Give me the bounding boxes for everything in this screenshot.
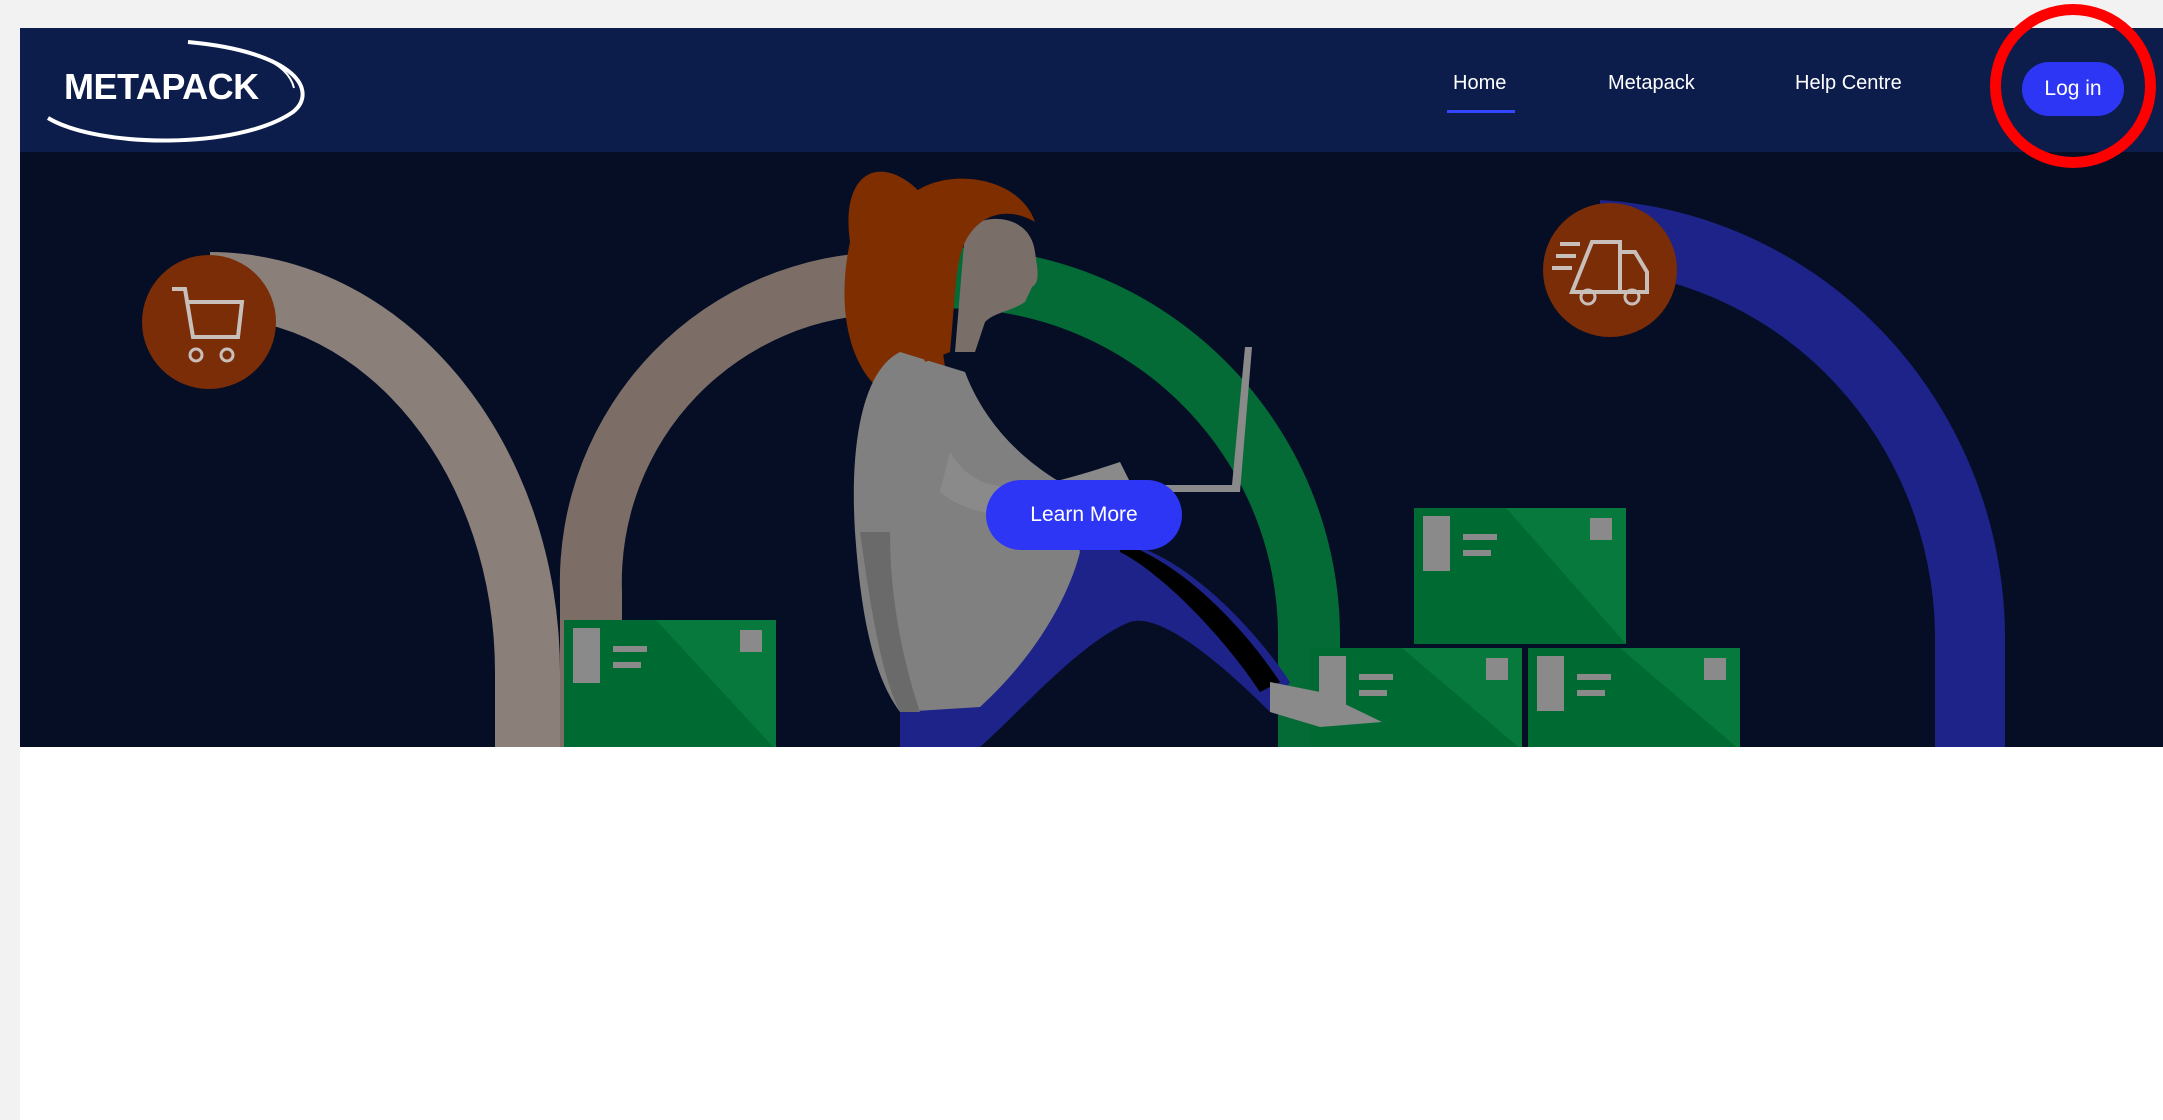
nav-help-centre-link[interactable]: Help Centre [1795,72,1902,95]
nav-home-active-indicator [1447,110,1515,113]
nav-metapack-link[interactable]: Metapack [1608,72,1695,95]
learn-more-button[interactable]: Learn More [986,480,1182,550]
hero-banner: Learn More [20,152,2163,747]
box-stack-bottom-right [1528,648,1740,747]
box-left [564,620,776,747]
hero-illustration [142,171,2005,747]
page: METAPACK Home Metapack Help Centre Log i… [20,28,2163,1120]
shopping-cart-icon [142,255,276,389]
top-navigation-bar: METAPACK Home Metapack Help Centre Log i… [20,28,2163,152]
box-stack-bottom-left [1310,648,1522,747]
delivery-truck-icon [1543,203,1677,337]
metapack-logo[interactable]: METAPACK [38,32,308,148]
login-button[interactable]: Log in [2022,62,2124,116]
nav-home-link[interactable]: Home [1453,72,1506,95]
logo-text: METAPACK [64,66,259,107]
box-stack-top [1414,508,1626,644]
